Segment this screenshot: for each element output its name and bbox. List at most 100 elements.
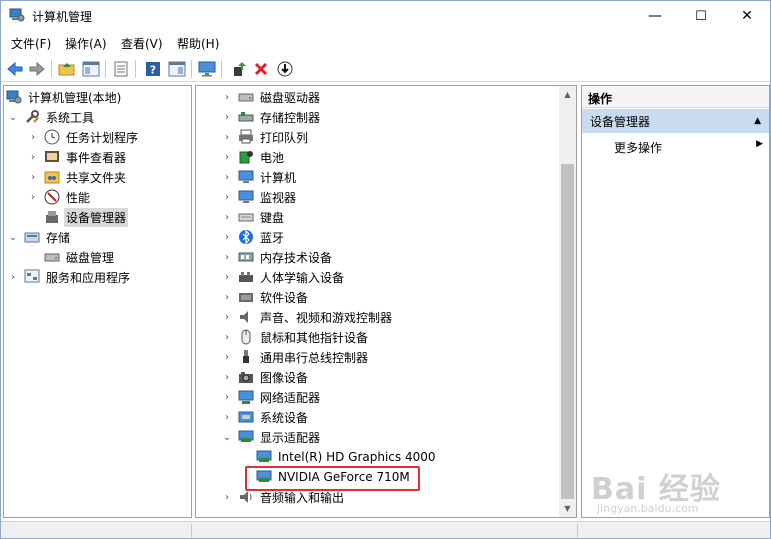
chevron-right-icon[interactable]: › (222, 312, 232, 323)
chevron-right-icon[interactable]: › (222, 252, 232, 263)
scroll-down-icon[interactable]: ▼ (559, 500, 576, 517)
chevron-right-icon[interactable]: › (28, 152, 38, 163)
tree-root-computer-management[interactable]: 计算机管理(本地) (6, 87, 123, 107)
tree-item-system-tools[interactable]: ⌄ 系统工具 (8, 107, 96, 127)
close-button[interactable]: ✕ (724, 1, 770, 31)
help-button[interactable]: ? (143, 59, 163, 79)
maximize-button[interactable]: ☐ (678, 1, 724, 31)
chevron-right-icon[interactable]: › (222, 112, 232, 123)
chevron-right-icon[interactable]: › (222, 92, 232, 103)
tree-item-label: 服务和应用程序 (46, 270, 131, 285)
help-icon: ? (146, 62, 160, 77)
device-category[interactable]: › 存储控制器 (222, 107, 322, 127)
tree-item-task-scheduler[interactable]: › 任务计划程序 (28, 127, 140, 147)
monitor-icon (238, 189, 254, 205)
status-bar (1, 521, 770, 538)
more-actions-item[interactable]: 更多操作 ▶ (582, 135, 769, 157)
disable-device-button[interactable] (275, 59, 295, 79)
chevron-right-icon[interactable]: › (222, 372, 232, 383)
chevron-right-icon[interactable]: › (222, 492, 232, 503)
actions-section-device-manager[interactable]: 设备管理器 ▲ (582, 109, 769, 133)
chevron-right-icon[interactable]: › (222, 332, 232, 343)
device-category[interactable]: › 人体学输入设备 (222, 267, 346, 287)
computer-management-window: 计算机管理 — ☐ ✕ 文件(F) 操作(A) 查看(V) 帮助(H) ? 计算… (0, 0, 771, 539)
device-category[interactable]: › 图像设备 (222, 367, 310, 387)
device-category[interactable]: › 系统设备 (222, 407, 310, 427)
speaker-icon (238, 309, 254, 325)
console-tree-pane: 计算机管理(本地) ⌄ 系统工具 › 任务计划程序 › 事件查看器 › 共享文件… (3, 85, 192, 518)
device-category[interactable]: › 网络适配器 (222, 387, 322, 407)
minimize-button[interactable]: — (632, 1, 678, 31)
show-action-pane-button[interactable] (167, 59, 187, 79)
tree-item-performance[interactable]: › 性能 (28, 187, 92, 207)
device-item[interactable]: Intel(R) HD Graphics 4000 (238, 447, 438, 467)
storage-icon (24, 229, 40, 245)
chevron-right-icon[interactable]: › (222, 352, 232, 363)
device-category[interactable]: › 内存技术设备 (222, 247, 334, 267)
chevron-right-icon[interactable]: › (222, 132, 232, 143)
uninstall-device-button[interactable] (251, 59, 271, 79)
tree-item-device-manager[interactable]: 设备管理器 (44, 207, 129, 227)
device-label: 鼠标和其他指针设备 (260, 330, 369, 345)
chevron-down-icon[interactable]: ⌄ (8, 112, 18, 123)
device-category[interactable]: › 蓝牙 (222, 227, 286, 247)
chevron-right-icon[interactable]: › (222, 232, 232, 243)
menu-help[interactable]: 帮助(H) (177, 35, 219, 52)
device-category[interactable]: › 鼠标和其他指针设备 (222, 327, 370, 347)
chevron-down-icon[interactable]: ⌄ (222, 432, 232, 443)
chevron-right-icon[interactable]: › (28, 172, 38, 183)
device-category[interactable]: › 电池 (222, 147, 286, 167)
device-category[interactable]: ⌄ 显示适配器 (222, 427, 322, 447)
properties-button[interactable] (111, 59, 131, 79)
chevron-right-icon[interactable]: › (222, 192, 232, 203)
chevron-down-icon[interactable]: ⌄ (8, 232, 18, 243)
tree-item-label: 磁盘管理 (66, 250, 115, 265)
device-category[interactable]: › 声音、视频和游戏控制器 (222, 307, 394, 327)
vertical-scrollbar[interactable]: ▲ ▼ (559, 86, 576, 517)
battery-icon (238, 149, 254, 165)
menu-action[interactable]: 操作(A) (65, 35, 107, 52)
title-bar: 计算机管理 — ☐ ✕ (1, 1, 770, 31)
tree-item-disk-management[interactable]: 磁盘管理 (44, 247, 116, 267)
tree-item-label: 共享文件夹 (66, 170, 127, 185)
actions-pane: 操作 设备管理器 ▲ 更多操作 ▶ (581, 85, 770, 518)
chevron-right-icon[interactable]: › (222, 152, 232, 163)
show-hide-tree-button[interactable] (81, 59, 101, 79)
more-actions-label: 更多操作 (614, 141, 663, 155)
device-category[interactable]: › 计算机 (222, 167, 298, 187)
device-category[interactable]: › 键盘 (222, 207, 286, 227)
chevron-right-icon[interactable]: › (28, 132, 38, 143)
scroll-up-icon[interactable]: ▲ (559, 86, 576, 103)
shared-folder-icon (44, 169, 60, 185)
chevron-right-icon[interactable]: › (8, 272, 18, 283)
device-category[interactable]: › 软件设备 (222, 287, 310, 307)
chevron-right-icon[interactable]: › (28, 192, 38, 203)
chevron-right-icon[interactable]: › (222, 212, 232, 223)
device-category[interactable]: › 监视器 (222, 187, 298, 207)
tree-item-label: 任务计划程序 (66, 130, 139, 145)
chevron-right-icon[interactable]: › (222, 392, 232, 403)
tree-item-services-apps[interactable]: › 服务和应用程序 (8, 267, 132, 287)
tree-item-storage[interactable]: ⌄ 存储 (8, 227, 72, 247)
device-category[interactable]: › 通用串行总线控制器 (222, 347, 370, 367)
forward-button[interactable] (27, 59, 47, 79)
up-folder-button[interactable] (57, 59, 77, 79)
chevron-right-icon[interactable]: › (222, 412, 232, 423)
update-driver-button[interactable] (229, 59, 249, 79)
collapse-icon[interactable]: ▲ (754, 116, 761, 126)
menu-view[interactable]: 查看(V) (121, 35, 163, 52)
back-button[interactable] (5, 59, 25, 79)
device-tree-pane: › 磁盘驱动器 › 存储控制器 › 打印队列 › 电池 › 计算机 › 监视器 › 键盘 › 蓝牙 › 内存技术设… (195, 85, 577, 518)
device-category[interactable]: › 磁盘驱动器 (222, 87, 322, 107)
scroll-thumb[interactable] (561, 164, 574, 499)
menu-file[interactable]: 文件(F) (11, 35, 51, 52)
device-label: 人体学输入设备 (260, 270, 345, 285)
tree-item-shared-folders[interactable]: › 共享文件夹 (28, 167, 128, 187)
chevron-right-icon[interactable]: › (222, 172, 232, 183)
device-category[interactable]: › 打印队列 (222, 127, 310, 147)
chevron-right-icon[interactable]: › (222, 272, 232, 283)
memory-device-icon (238, 249, 254, 265)
tree-item-event-viewer[interactable]: › 事件查看器 (28, 147, 128, 167)
scan-hardware-button[interactable] (197, 59, 217, 79)
chevron-right-icon[interactable]: › (222, 292, 232, 303)
